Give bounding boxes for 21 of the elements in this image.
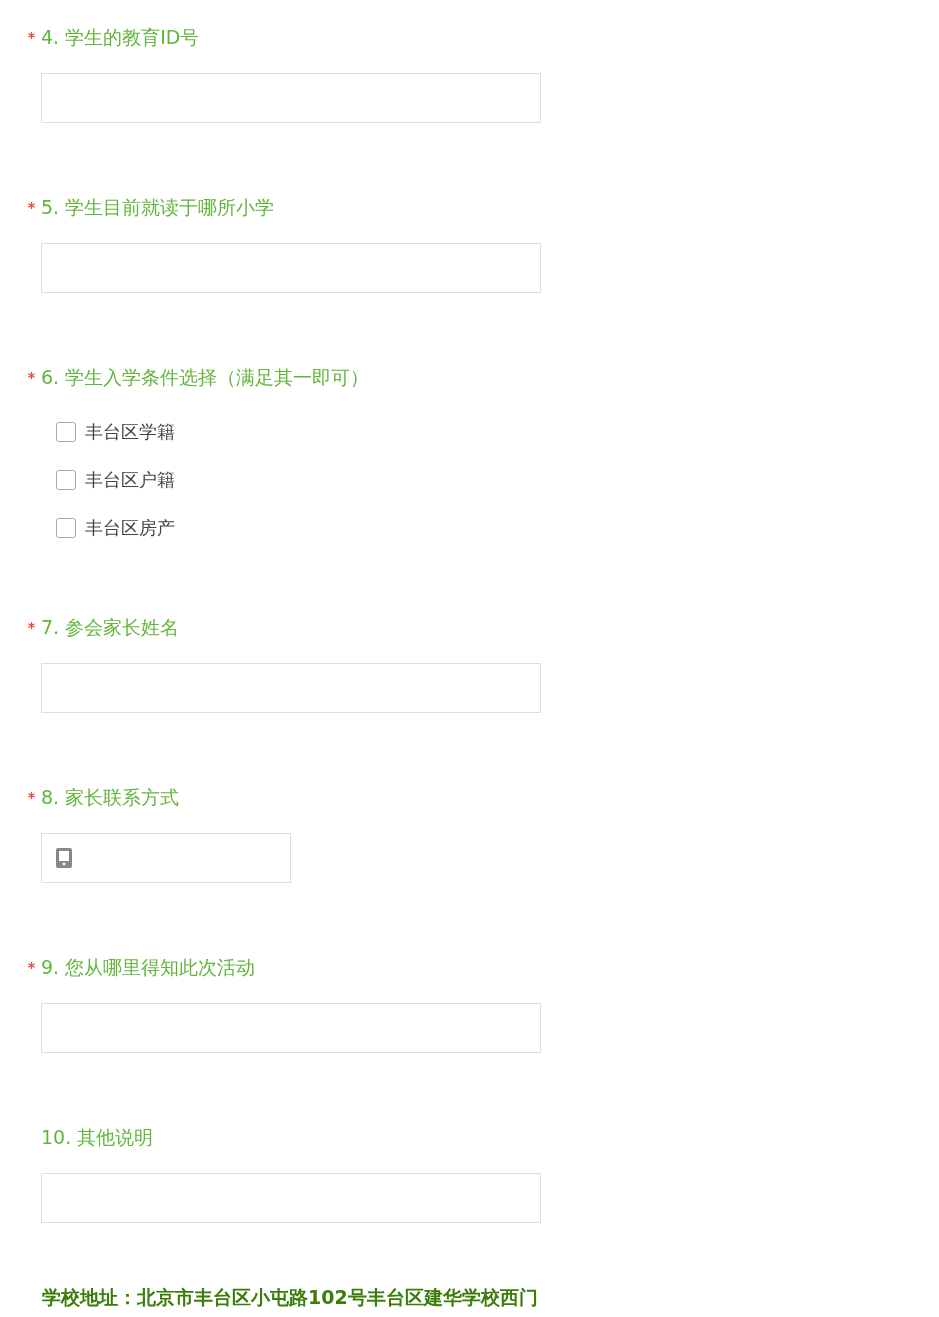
question-title: 8. 家长联系方式 [41, 785, 180, 810]
checkbox[interactable] [56, 470, 76, 490]
phone-field[interactable] [41, 833, 291, 883]
question-title: 7. 参会家长姓名 [41, 615, 180, 640]
input-field[interactable] [41, 1003, 541, 1053]
question-title: 5. 学生目前就读于哪所小学 [41, 195, 275, 220]
option-label: 丰台区户籍 [85, 468, 175, 492]
input-field[interactable] [41, 73, 541, 123]
question-title: 4. 学生的教育ID号 [41, 25, 200, 50]
checkbox[interactable] [56, 518, 76, 538]
input-field[interactable] [41, 243, 541, 293]
option-label: 丰台区学籍 [85, 420, 175, 444]
option-label: 丰台区房产 [85, 516, 175, 540]
input-field[interactable] [41, 663, 541, 713]
checkbox[interactable] [56, 422, 76, 442]
question-title: 6. 学生入学条件选择（满足其一即可） [41, 365, 370, 390]
phone-icon [56, 848, 72, 868]
address-text: 学校地址：北京市丰台区小屯路102号丰台区建华学校西门 [42, 1286, 538, 1308]
question-title: 9. 您从哪里得知此次活动 [41, 955, 256, 980]
input-field[interactable] [41, 1173, 541, 1223]
question-title: 10. 其他说明 [41, 1125, 154, 1150]
